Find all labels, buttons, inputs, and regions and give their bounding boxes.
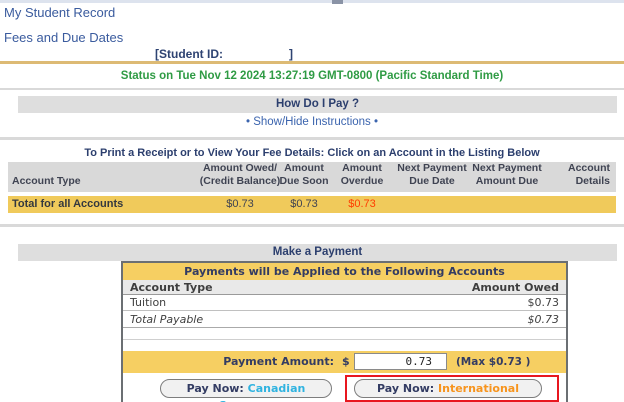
divider [0, 224, 624, 227]
pay-now-prefix: Pay Now: [186, 382, 244, 395]
payment-box-title: Payments will be Applied to the Followin… [123, 263, 566, 280]
payment-col-account-type: Account Type [130, 280, 213, 294]
table-instruction: To Print a Receipt or to View Your Fee D… [84, 147, 540, 159]
student-id-open: [Student ID: [155, 47, 223, 61]
student-record-page: My Student Record Fees and Due Dates [St… [0, 0, 624, 402]
section-title: Fees and Due Dates [4, 30, 124, 45]
pay-now-international-button[interactable]: Pay Now: International Currency [354, 379, 542, 402]
how-do-i-pay-header: How Do I Pay ? [18, 96, 617, 113]
total-amount-overdue: $0.73 [348, 198, 376, 210]
total-payable-amount: $0.73 [527, 312, 560, 326]
max-amount-note: (Max $0.73 ) [456, 356, 531, 368]
student-id: [Student ID: ] [155, 47, 293, 61]
currency-symbol: $ [342, 355, 350, 368]
total-accounts-row[interactable]: Total for all Accounts $0.73 $0.73 $0.73 [8, 196, 616, 213]
top-edge-artifact [332, 0, 343, 4]
student-id-close: ] [289, 47, 293, 61]
tuition-amount: $0.73 [527, 296, 560, 309]
payment-box: Payments will be Applied to the Followin… [121, 261, 568, 402]
gold-divider [0, 61, 624, 64]
fees-table-header: Account Type Amount Owed/ (Credit Balanc… [8, 162, 616, 192]
status-timestamp: Status on Tue Nov 12 2024 13:27:19 GMT-0… [120, 70, 504, 82]
pay-now-canadian-button[interactable]: Pay Now: Canadian Currency [160, 379, 332, 402]
payment-amount-input[interactable] [354, 353, 447, 370]
col-account-details: Account Details [568, 161, 610, 187]
col-account-type: Account Type [12, 174, 81, 187]
make-a-payment-header: Make a Payment [18, 244, 617, 261]
total-row-label: Total for all Accounts [12, 198, 124, 210]
total-payable-label: Total Payable [130, 312, 204, 326]
top-edge-line [0, 0, 624, 3]
divider [0, 137, 624, 140]
international-currency-label: International Currency [420, 382, 519, 402]
divider [0, 88, 624, 90]
payment-table-header: Account Type Amount Owed [123, 280, 566, 295]
payment-amount-row: Payment Amount: $ (Max $0.73 ) [123, 351, 566, 373]
payment-col-amount-owed: Amount Owed [471, 280, 559, 294]
payment-amount-label: Payment Amount: [223, 355, 334, 368]
payment-row-total-payable: Total Payable $0.73 [123, 311, 566, 328]
page-title: My Student Record [4, 5, 116, 20]
payment-row-tuition: Tuition $0.73 [123, 295, 566, 311]
show-hide-instructions-link[interactable]: • Show/Hide Instructions • [0, 116, 624, 128]
divider [123, 339, 566, 340]
pay-now-prefix: Pay Now: [377, 382, 435, 395]
tuition-label: Tuition [130, 296, 167, 309]
